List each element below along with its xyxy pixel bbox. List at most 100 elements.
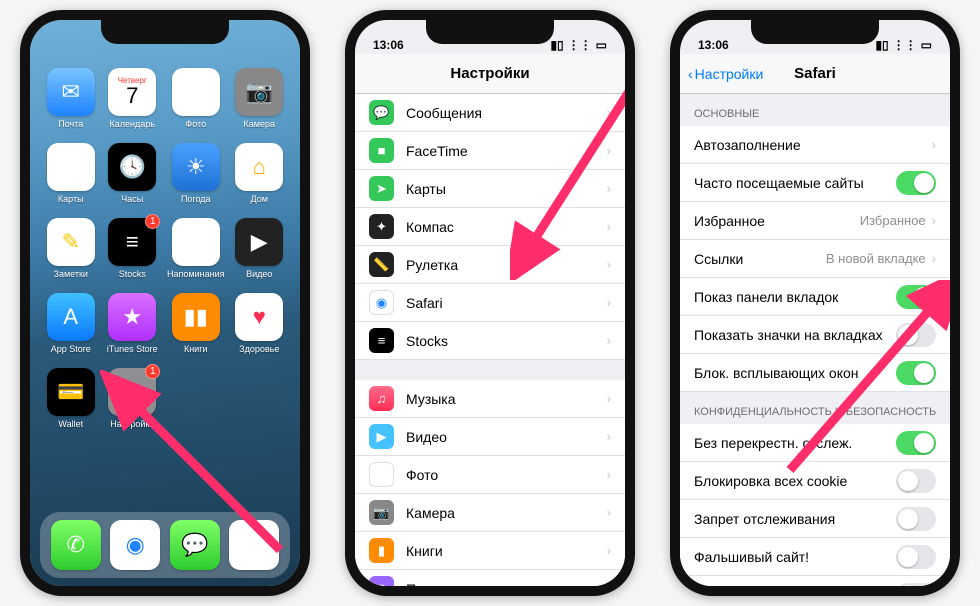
wifi-icon: ⋮⋮ [568, 38, 592, 52]
app-icon: ▮▮ [172, 293, 220, 341]
notch [751, 20, 879, 44]
settings-row[interactable]: СсылкиВ новой вкладке› [680, 240, 950, 278]
row-label: Показ панели вкладок [694, 289, 896, 305]
settings-row[interactable]: ♫Музыка› [355, 380, 625, 418]
toggle[interactable] [896, 507, 936, 531]
app-видео[interactable]: ▶ Видео [232, 218, 286, 279]
app-icon: ⚙1 [108, 368, 156, 416]
settings-row[interactable]: Фальшивый сайт! [680, 538, 950, 576]
settings-row[interactable]: ▶Видео› [355, 418, 625, 456]
app-погода[interactable]: ☀Погода [167, 143, 224, 204]
settings-row[interactable]: ■FaceTime› [355, 132, 625, 170]
toggle[interactable] [896, 323, 936, 347]
app-дом[interactable]: ⌂Дом [232, 143, 286, 204]
app-календарь[interactable]: Четверг7Календарь [106, 68, 160, 129]
settings-row[interactable]: Запрет отслеживания [680, 500, 950, 538]
app-камера[interactable]: 📷Камера [232, 68, 286, 129]
app-настройки[interactable]: ⚙1Настройки [106, 368, 160, 429]
toggle[interactable] [896, 171, 936, 195]
app-label: App Store [51, 344, 91, 354]
settings-row[interactable]: ≡Stocks› [355, 322, 625, 360]
settings-row[interactable]: Камера и микрофон [680, 576, 950, 586]
dock-app[interactable]: ♫ [229, 520, 279, 570]
app-label: Календарь [110, 119, 155, 129]
settings-list: Автозаполнение›Часто посещаемые сайтыИзб… [680, 126, 950, 392]
settings-row[interactable]: Часто посещаемые сайты [680, 164, 950, 202]
settings-row[interactable]: Блокировка всех cookie [680, 462, 950, 500]
chevron-right-icon: › [607, 257, 611, 272]
toggle[interactable] [896, 285, 936, 309]
settings-row[interactable]: Показ панели вкладок [680, 278, 950, 316]
status-indicators: ▮▯ ⋮⋮ ▭ [550, 38, 607, 52]
badge: 1 [145, 364, 160, 379]
app-label: Wallet [58, 419, 83, 429]
app-напоминания[interactable]: ☰Напоминания [167, 218, 224, 279]
nav-title: Настройки [450, 65, 529, 82]
settings-row[interactable]: ИзбранноеИзбранное› [680, 202, 950, 240]
settings-row[interactable]: ➤Карты› [355, 170, 625, 208]
chevron-right-icon: › [932, 137, 936, 152]
app-книги[interactable]: ▮▮Книги [167, 293, 224, 354]
settings-row[interactable]: 💬Сообщения› [355, 94, 625, 132]
settings-row[interactable]: ✿Фото› [355, 456, 625, 494]
settings-row[interactable]: Показать значки на вкладках [680, 316, 950, 354]
dock-app[interactable]: ◉ [110, 520, 160, 570]
app-часы[interactable]: 🕓Часы [106, 143, 160, 204]
row-icon: ■ [369, 138, 394, 163]
row-icon: ✦ [369, 214, 394, 239]
app-itunes store[interactable]: ★ iTunes Store [106, 293, 160, 354]
app-карты[interactable]: ➤Карты [44, 143, 98, 204]
app-заметки[interactable]: ✎Заметки [44, 218, 98, 279]
app-icon: ✉ [47, 68, 95, 116]
app-icon: ▶ [235, 218, 283, 266]
app-label: Напоминания [167, 269, 224, 279]
settings-row[interactable]: Автозаполнение› [680, 126, 950, 164]
app-почта[interactable]: ✉ Почта [44, 68, 98, 129]
row-icon: ♫ [369, 386, 394, 411]
settings-row[interactable]: ▮Книги› [355, 532, 625, 570]
nav-bar: ‹ Настройки Safari [680, 54, 950, 94]
nav-bar: Настройки [355, 54, 625, 94]
app-фото[interactable]: ✿Фото [167, 68, 224, 129]
phone-home: 13:06 ▮▯ ⋮⋮ ▭ ✉ПочтаЧетверг7Календарь✿Фо… [20, 10, 310, 596]
toggle[interactable] [896, 583, 936, 587]
dock-app[interactable]: ✆ [51, 520, 101, 570]
settings-row[interactable]: Без перекрестн. отслеж. [680, 424, 950, 462]
toggle[interactable] [896, 431, 936, 455]
settings-list: Без перекрестн. отслеж.Блокировка всех c… [680, 424, 950, 586]
app-label: Карты [58, 194, 84, 204]
battery-icon: ▭ [921, 38, 932, 52]
app-wallet[interactable]: 💳Wallet [44, 368, 98, 429]
dock-app[interactable]: 💬 [170, 520, 220, 570]
chevron-right-icon: › [607, 429, 611, 444]
app-здоровье[interactable]: ♥Здоровье [232, 293, 286, 354]
app-label: Stocks [119, 269, 146, 279]
row-label: Подкасты [406, 581, 607, 587]
app-icon: ☀ [172, 143, 220, 191]
app-icon: ★ [108, 293, 156, 341]
app-label: Часы [121, 194, 143, 204]
chevron-right-icon: › [607, 333, 611, 348]
settings-row[interactable]: 📷Камера› [355, 494, 625, 532]
app-icon: ✿ [172, 68, 220, 116]
toggle[interactable] [896, 545, 936, 569]
settings-row[interactable]: ◍Подкасты› [355, 570, 625, 586]
app-label: Видео [246, 269, 272, 279]
row-detail: Избранное [860, 213, 926, 228]
app-label: iTunes Store [107, 344, 158, 354]
app-app store[interactable]: AApp Store [44, 293, 98, 354]
app-label: Почта [58, 119, 83, 129]
settings-row[interactable]: Блок. всплывающих окон [680, 354, 950, 392]
settings-row[interactable]: ✦Компас› [355, 208, 625, 246]
row-label: Рулетка [406, 257, 607, 273]
app-label: Здоровье [239, 344, 279, 354]
toggle[interactable] [896, 361, 936, 385]
chevron-right-icon: › [607, 181, 611, 196]
settings-row[interactable]: ◉Safari› [355, 284, 625, 322]
toggle[interactable] [896, 469, 936, 493]
back-label: Настройки [695, 66, 764, 82]
back-button[interactable]: ‹ Настройки [688, 66, 763, 82]
app-stocks[interactable]: ≡1Stocks [106, 218, 160, 279]
row-icon: ▶ [369, 424, 394, 449]
settings-row[interactable]: 📏Рулетка› [355, 246, 625, 284]
